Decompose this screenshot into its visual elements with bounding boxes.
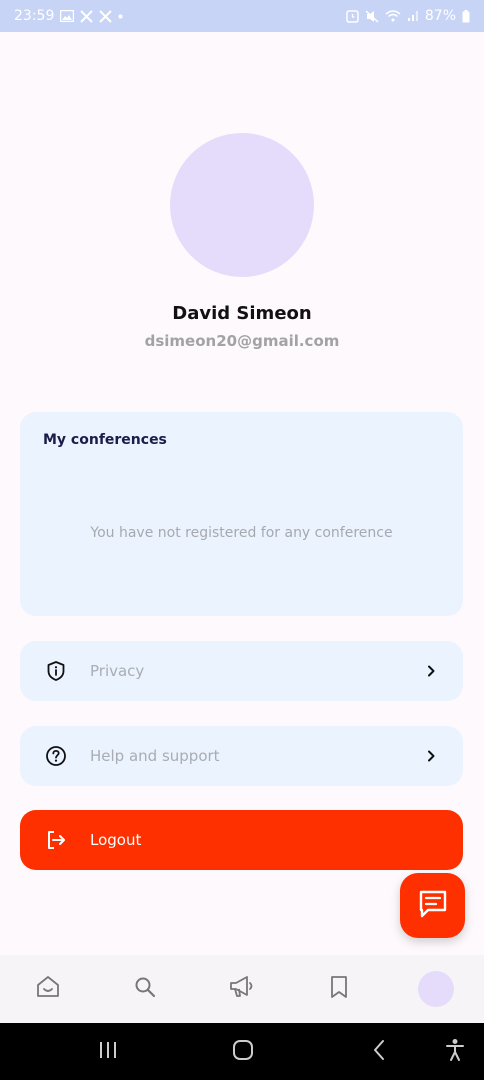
mute-icon [365,9,379,23]
question-circle-icon [44,744,68,768]
chevron-right-icon [423,748,439,764]
profile-name: David Simeon [172,303,312,324]
status-left: 23:59 [14,8,123,24]
privacy-row[interactable]: Privacy [20,641,463,701]
battery-icon [462,9,470,23]
chat-icon [416,887,450,925]
help-support-row[interactable]: Help and support [20,726,463,786]
megaphone-icon [228,974,256,1004]
nav-profile[interactable] [412,965,460,1013]
search-icon [133,975,157,1003]
accessibility-icon [444,1038,466,1066]
chat-button[interactable] [400,873,465,938]
accessibility-button[interactable] [440,1037,470,1067]
battery-percent: 87% [424,8,456,24]
privacy-label: Privacy [90,662,145,680]
conferences-empty-state: You have not registered for any conferen… [90,525,393,541]
home-circle-icon [232,1039,254,1065]
my-conferences-title: My conferences [43,432,167,448]
nav-saved[interactable] [315,965,363,1013]
x-notification-icon [80,9,94,23]
nav-search[interactable] [121,965,169,1013]
home-icon [35,974,61,1004]
status-time: 23:59 [14,8,55,24]
nav-announcements[interactable] [218,965,266,1013]
nav-home[interactable] [24,965,72,1013]
image-notification-icon [60,10,75,22]
chevron-right-icon [423,663,439,679]
profile-screen: 23:59 87% David Simeon dsimeon20@gmail.c… [0,0,484,1080]
help-support-label: Help and support [90,747,220,765]
shield-info-icon [44,659,68,683]
home-button[interactable] [228,1037,258,1067]
profile-avatar-small [417,971,454,1007]
profile-avatar[interactable] [170,133,314,277]
status-right: 87% [346,8,470,24]
system-navigation-bar [0,1023,484,1080]
bottom-navigation [0,955,484,1023]
status-bar: 23:59 87% [0,0,484,32]
recent-apps-icon [97,1040,119,1064]
back-icon [372,1039,386,1065]
my-conferences-card: My conferences You have not registered f… [20,412,463,616]
bookmark-icon [328,974,350,1004]
logout-icon [44,828,68,852]
logout-label: Logout [90,831,142,849]
logout-button[interactable]: Logout [20,810,463,870]
profile-email: dsimeon20@gmail.com [144,332,340,350]
wifi-icon [385,10,401,22]
recent-apps-button[interactable] [93,1037,123,1067]
signal-icon [407,10,419,22]
dot-icon [118,14,123,19]
alarm-icon [346,9,359,23]
x-notification-icon [99,9,113,23]
back-button[interactable] [364,1037,394,1067]
